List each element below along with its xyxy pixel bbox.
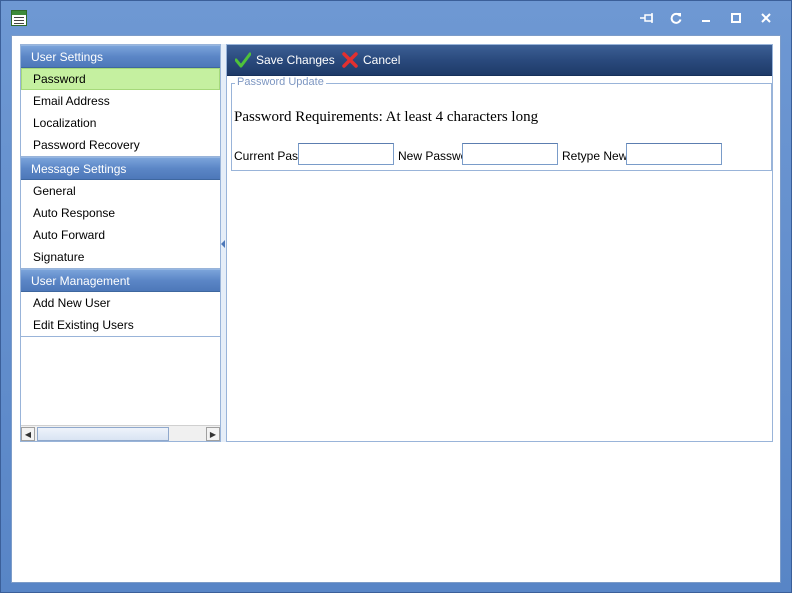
current-password-input[interactable]	[298, 143, 394, 165]
nav-item-email-address[interactable]: Email Address	[21, 90, 220, 112]
scroll-right-icon[interactable]: ▶	[206, 427, 220, 441]
save-changes-label: Save Changes	[256, 53, 335, 67]
nav-item-auto-forward[interactable]: Auto Forward	[21, 224, 220, 246]
save-changes-button[interactable]: Save Changes	[235, 49, 335, 71]
checkmark-icon	[235, 52, 251, 68]
retype-password-input[interactable]	[626, 143, 722, 165]
retype-password-label: Retype New	[562, 149, 626, 163]
nav-item-password-recovery[interactable]: Password Recovery	[21, 134, 220, 156]
scrollbar-thumb[interactable]	[37, 427, 169, 441]
cancel-button[interactable]: Cancel	[342, 49, 400, 71]
nav-item-edit-existing-users[interactable]: Edit Existing Users	[21, 314, 220, 336]
horizontal-scrollbar[interactable]: ◀ ▶	[21, 425, 220, 441]
cancel-label: Cancel	[363, 53, 401, 67]
dialog-window: User Settings Password Email Address Loc…	[0, 0, 792, 593]
fieldset-legend: Password Update	[235, 76, 326, 88]
refresh-icon[interactable]	[668, 10, 684, 26]
app-form-icon	[11, 10, 27, 26]
title-bar[interactable]	[1, 1, 791, 35]
nav-item-localization[interactable]: Localization	[21, 112, 220, 134]
group-header-user-management[interactable]: User Management	[21, 269, 220, 292]
nav-item-signature[interactable]: Signature	[21, 246, 220, 268]
nav-item-auto-response[interactable]: Auto Response	[21, 202, 220, 224]
group-user-management: Add New User Edit Existing Users	[21, 292, 220, 337]
settings-navigation: User Settings Password Email Address Loc…	[20, 44, 221, 442]
password-update-fieldset: Password Update Password Requirements: A…	[231, 76, 772, 171]
group-message-settings: General Auto Response Auto Forward Signa…	[21, 180, 220, 269]
nav-item-add-new-user[interactable]: Add New User	[21, 292, 220, 314]
dialog-content: User Settings Password Email Address Loc…	[11, 35, 781, 583]
new-password-input[interactable]	[462, 143, 558, 165]
settings-content-panel: Save Changes Cancel Password Update Pass…	[226, 44, 773, 442]
current-password-label: Current Pass	[234, 149, 298, 163]
toolbar: Save Changes Cancel	[227, 45, 772, 76]
minimize-icon[interactable]	[698, 10, 714, 26]
nav-item-general[interactable]: General	[21, 180, 220, 202]
scroll-left-icon[interactable]: ◀	[21, 427, 35, 441]
pin-icon[interactable]	[639, 10, 655, 26]
cancel-x-icon	[342, 52, 358, 68]
group-header-message-settings[interactable]: Message Settings	[21, 157, 220, 180]
new-password-label: New Passwc	[398, 149, 462, 163]
nav-item-password[interactable]: Password	[21, 68, 220, 90]
maximize-icon[interactable]	[728, 10, 744, 26]
group-user-settings: Password Email Address Localization Pass…	[21, 68, 220, 157]
group-header-user-settings[interactable]: User Settings	[21, 45, 220, 68]
close-icon[interactable]	[758, 10, 774, 26]
password-requirements-text: Password Requirements: At least 4 charac…	[234, 109, 539, 125]
collapse-arrow-icon[interactable]	[221, 240, 225, 248]
